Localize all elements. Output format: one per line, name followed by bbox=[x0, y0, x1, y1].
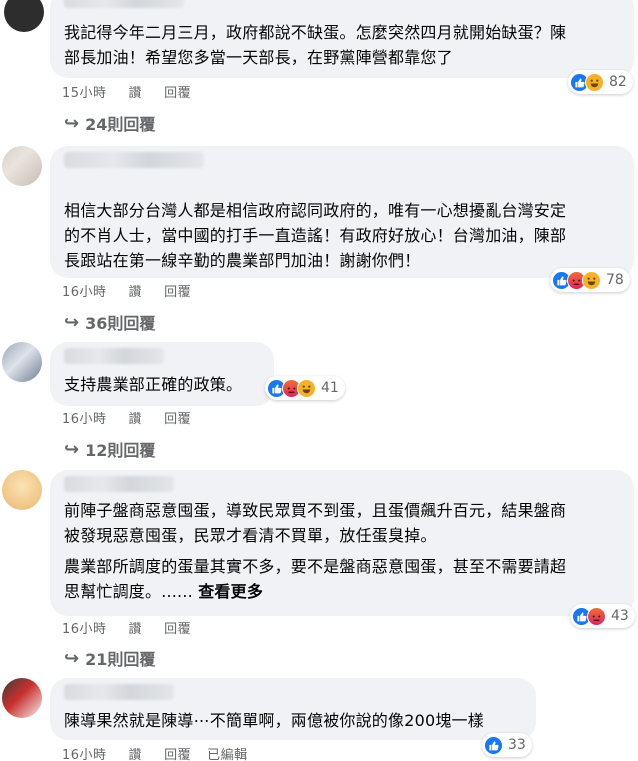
reply-action[interactable]: 回覆 bbox=[164, 744, 191, 761]
comment-text-1: 前陣子盤商惡意囤蛋，導致民眾買不到蛋，且蛋價飆升百元，結果盤商 被發現惡意囤蛋，… bbox=[64, 501, 567, 545]
avatar[interactable] bbox=[2, 470, 42, 510]
like-action[interactable]: 讚 bbox=[129, 408, 143, 427]
comment-meta: 16小時 讚 回覆 已編輯 bbox=[62, 744, 248, 761]
comment-text: 相信大部分台灣人都是相信政府認同政府的，唯有一心想擾亂台灣安定 的不肖人士，當中… bbox=[64, 201, 567, 270]
reaction-summary[interactable]: 33 bbox=[482, 733, 532, 757]
comment-bubble: 相信大部分台灣人都是相信政府認同政府的，唯有一心想擾亂台灣安定 的不肖人士，當中… bbox=[50, 146, 634, 278]
reaction-count: 41 bbox=[321, 380, 339, 396]
like-action[interactable]: 讚 bbox=[129, 744, 143, 761]
comment-meta: 15小時 讚 回覆 bbox=[62, 82, 191, 101]
timestamp[interactable]: 16小時 bbox=[62, 408, 107, 427]
comment-bubble: 陳導果然就是陳導⋯不簡單啊，兩億被你說的像200塊一樣 bbox=[50, 678, 536, 740]
view-replies[interactable]: ↪ 36則回覆 bbox=[64, 310, 155, 334]
reaction-count: 78 bbox=[606, 272, 624, 288]
comment-text: 陳導果然就是陳導⋯不簡單啊，兩億被你說的像200塊一樣 bbox=[64, 711, 484, 730]
avatar[interactable] bbox=[2, 146, 42, 186]
timestamp[interactable]: 16小時 bbox=[62, 281, 107, 300]
comment-text: 支持農業部正確的政策。 bbox=[64, 375, 243, 394]
comment-bubble: 支持農業部正確的政策。 bbox=[50, 342, 274, 406]
replies-count-label: 36則回覆 bbox=[85, 314, 156, 333]
author-name[interactable] bbox=[64, 684, 174, 700]
comment-meta: 16小時 讚 回覆 bbox=[62, 281, 191, 300]
comment-bubble: 前陣子盤商惡意囤蛋，導致民眾買不到蛋，且蛋價飆升百元，結果盤商 被發現惡意囤蛋，… bbox=[50, 470, 634, 616]
reply-arrow-icon: ↪ bbox=[64, 112, 80, 134]
replies-count-label: 21則回覆 bbox=[85, 650, 156, 669]
reply-arrow-icon: ↪ bbox=[64, 311, 80, 333]
reaction-summary[interactable]: 82 bbox=[568, 70, 633, 94]
timestamp[interactable]: 16小時 bbox=[62, 744, 107, 761]
reply-arrow-icon: ↪ bbox=[64, 647, 80, 669]
timestamp[interactable]: 16小時 bbox=[62, 618, 107, 637]
comment-text: 我記得今年二月三月，政府都說不缺蛋。怎麼突然四月就開始缺蛋？陳 部長加油！希望您… bbox=[64, 23, 567, 67]
author-name[interactable] bbox=[64, 152, 204, 168]
comment-text-2-body: 農業部所調度的蛋量其實不多，要不是盤商惡意囤蛋，甚至不需要請超 思幫忙調度。..… bbox=[64, 557, 567, 601]
replies-count-label: 12則回覆 bbox=[85, 441, 156, 460]
reaction-summary[interactable]: 43 bbox=[570, 604, 635, 628]
angry-icon bbox=[587, 606, 606, 626]
comment-meta: 16小時 讚 回覆 bbox=[62, 408, 191, 427]
reply-action[interactable]: 回覆 bbox=[164, 618, 191, 637]
reaction-count: 33 bbox=[508, 737, 526, 753]
view-replies[interactable]: ↪ 12則回覆 bbox=[64, 437, 155, 461]
comment-bubble: 我記得今年二月三月，政府都說不缺蛋。怎麼突然四月就開始缺蛋？陳 部長加油！希望您… bbox=[50, 0, 634, 78]
comment-text-2: 農業部所調度的蛋量其實不多，要不是盤商惡意囤蛋，甚至不需要請超 思幫忙調度。..… bbox=[64, 554, 566, 604]
like-action[interactable]: 讚 bbox=[129, 618, 143, 637]
replies-count-label: 24則回覆 bbox=[85, 115, 156, 134]
reaction-count: 43 bbox=[611, 608, 629, 624]
haha-icon bbox=[582, 270, 601, 290]
like-action[interactable]: 讚 bbox=[129, 82, 143, 101]
reaction-summary[interactable]: 41 bbox=[265, 376, 345, 400]
view-replies[interactable]: ↪ 21則回覆 bbox=[64, 646, 155, 670]
like-action[interactable]: 讚 bbox=[129, 281, 143, 300]
author-name[interactable] bbox=[64, 348, 164, 364]
reply-action[interactable]: 回覆 bbox=[164, 281, 191, 300]
reaction-count: 82 bbox=[609, 74, 627, 90]
see-more-link[interactable]: 查看更多 bbox=[198, 582, 263, 601]
haha-icon bbox=[297, 378, 316, 398]
avatar[interactable] bbox=[4, 0, 44, 32]
reaction-summary[interactable]: 78 bbox=[550, 268, 630, 292]
reply-action[interactable]: 回覆 bbox=[164, 408, 191, 427]
author-name[interactable] bbox=[64, 0, 184, 8]
view-replies[interactable]: ↪ 24則回覆 bbox=[64, 111, 155, 135]
edited-label: 已編輯 bbox=[207, 748, 248, 761]
author-name[interactable] bbox=[64, 476, 174, 492]
avatar[interactable] bbox=[2, 678, 42, 718]
avatar[interactable] bbox=[2, 342, 42, 382]
reply-action[interactable]: 回覆 bbox=[164, 82, 191, 101]
haha-icon bbox=[585, 72, 604, 92]
like-icon bbox=[484, 735, 503, 755]
comment-meta: 16小時 讚 回覆 bbox=[62, 618, 191, 637]
reply-arrow-icon: ↪ bbox=[64, 438, 80, 460]
timestamp[interactable]: 15小時 bbox=[62, 82, 107, 101]
